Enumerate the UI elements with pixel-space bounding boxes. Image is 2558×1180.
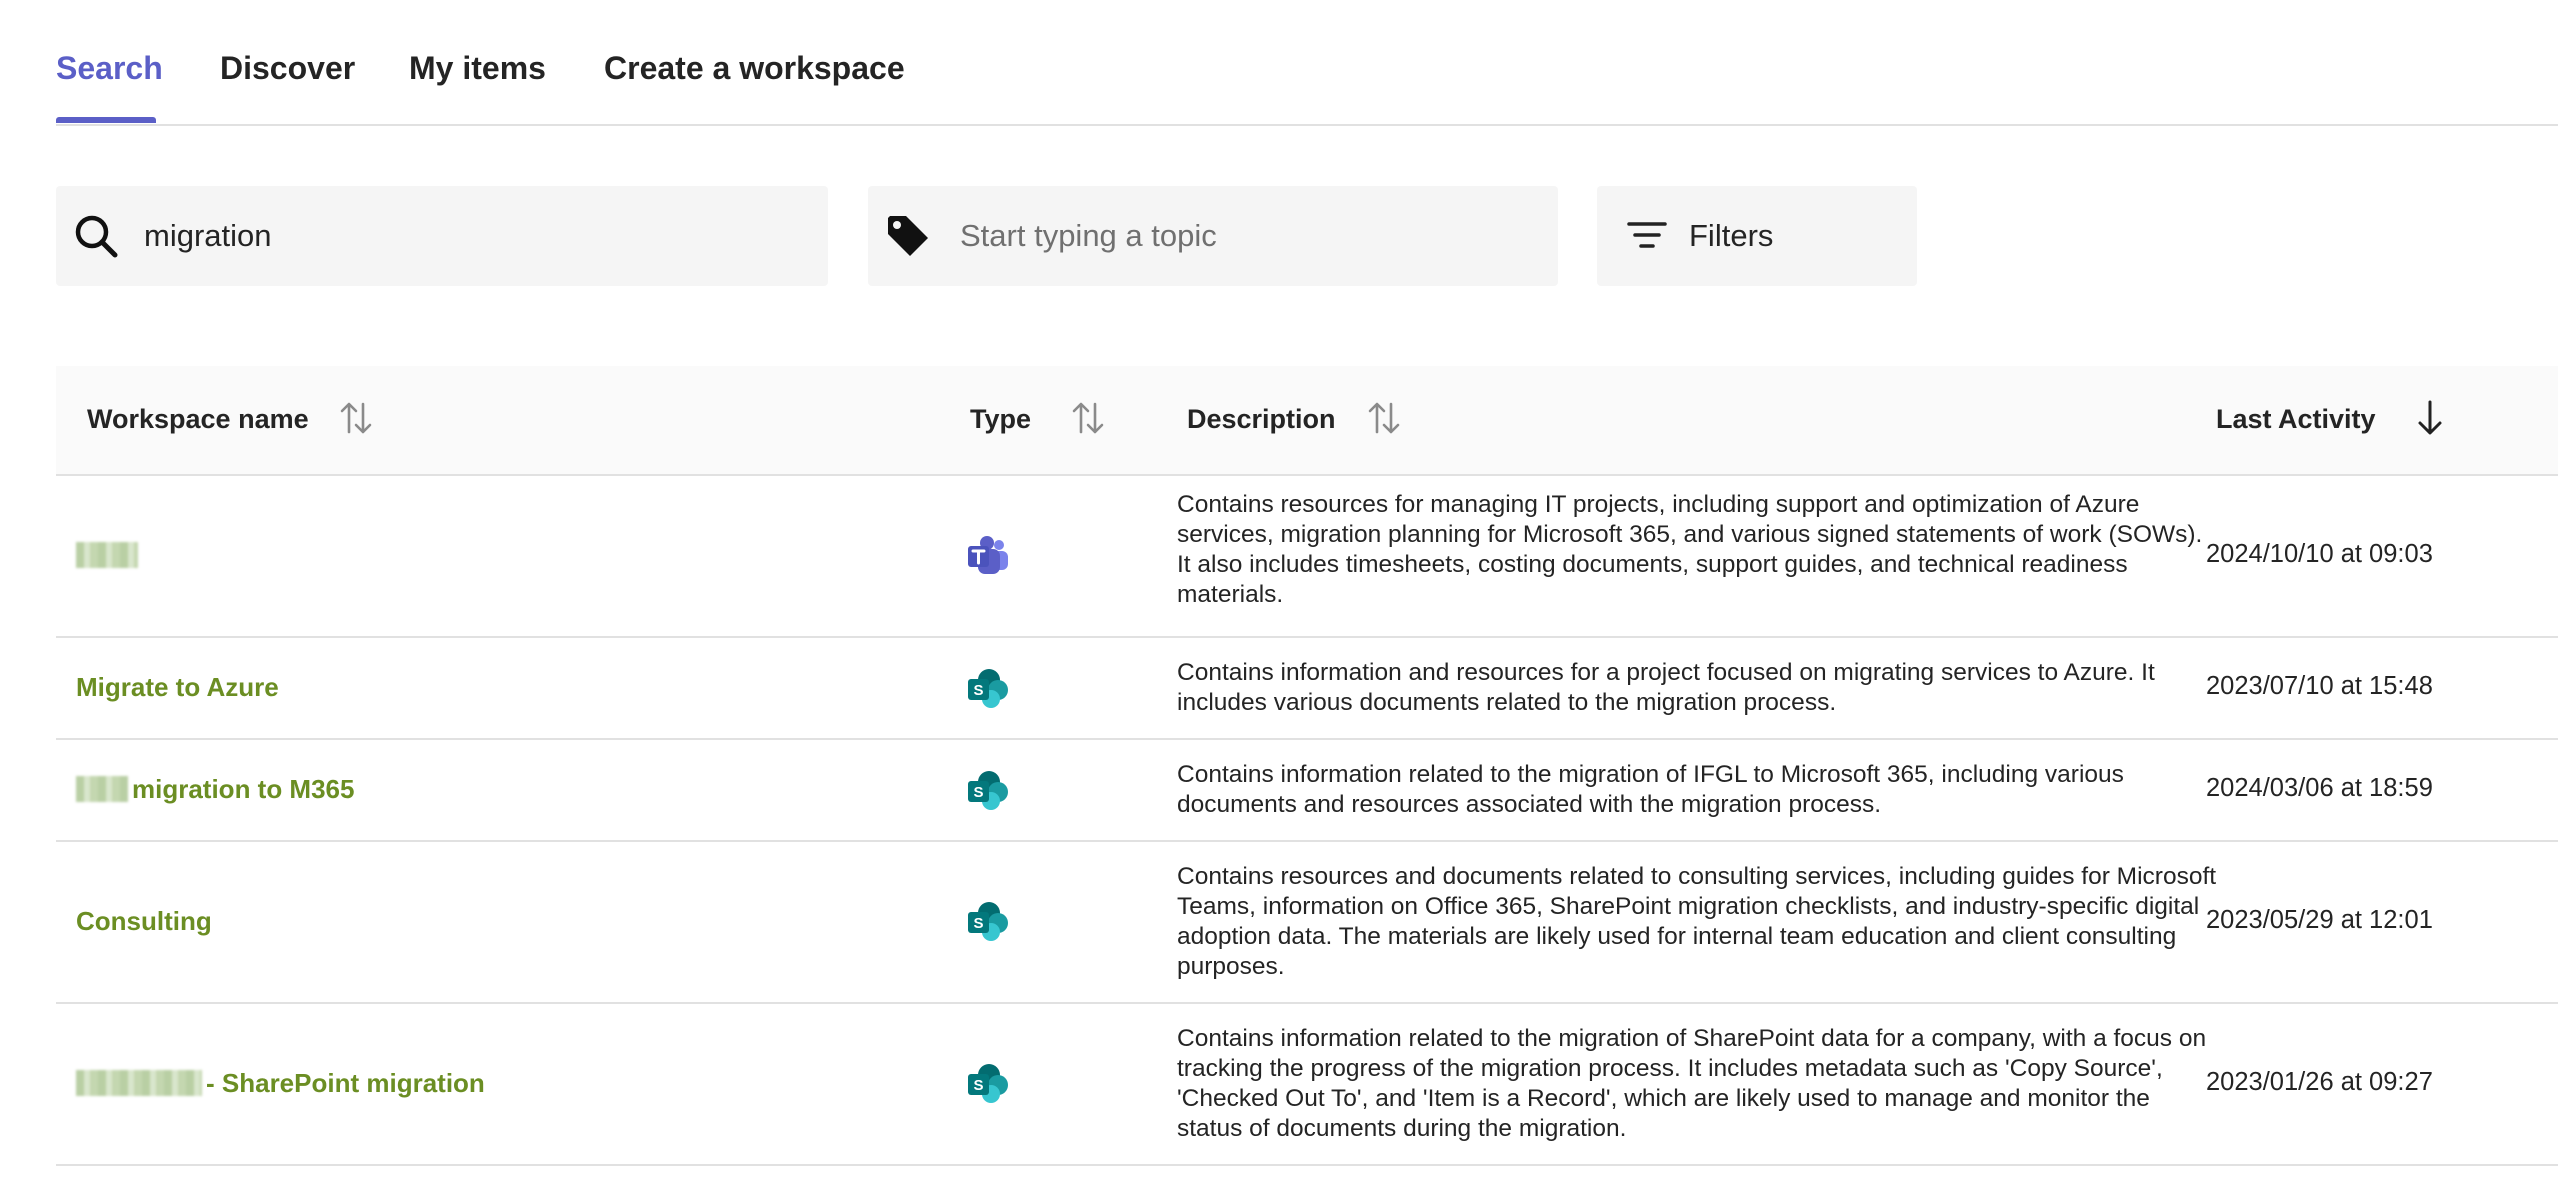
redacted-name: [76, 776, 128, 802]
sort-both-icon[interactable]: [1068, 398, 1108, 438]
tab-bar: Search Discover My items Create a worksp…: [56, 0, 2558, 126]
topic-box: [868, 186, 1558, 286]
workspace-description: Contains resources for managing IT proje…: [1177, 491, 2203, 608]
tag-icon: [884, 212, 932, 260]
tab-search[interactable]: Search: [56, 50, 163, 87]
table-row[interactable]: - SharePoint migration S Contains inform…: [56, 1004, 2558, 1166]
tab-create-workspace[interactable]: Create a workspace: [604, 50, 905, 87]
table-row[interactable]: Consulting S Contains resources and docu…: [56, 842, 2558, 1004]
svg-text:S: S: [973, 784, 983, 801]
last-activity-date: 2024/10/10 at 09:03: [2206, 540, 2433, 568]
tab-my-items[interactable]: My items: [409, 50, 546, 87]
filters-button[interactable]: Filters: [1597, 186, 1917, 286]
filters-label: Filters: [1689, 218, 1774, 253]
sort-both-icon[interactable]: [336, 398, 376, 438]
table-row[interactable]: Migrate to Azure S Contains information …: [56, 638, 2558, 740]
search-input[interactable]: [144, 186, 812, 286]
workspace-name-text: - SharePoint migration: [206, 1068, 485, 1098]
workspace-name-link[interactable]: Migrate to Azure: [76, 672, 279, 703]
column-header-workspace-name[interactable]: Workspace name: [87, 404, 309, 435]
column-header-last-activity[interactable]: Last Activity: [2216, 404, 2376, 435]
column-header-description[interactable]: Description: [1187, 404, 1336, 435]
svg-text:S: S: [973, 682, 983, 699]
redacted-name: [76, 1070, 202, 1096]
workspace-description: Contains information related to the migr…: [1177, 761, 2124, 818]
workspace-name-link[interactable]: migration to M365: [76, 774, 354, 805]
search-box: [56, 186, 828, 286]
sharepoint-icon: S: [966, 1062, 1010, 1106]
svg-text:S: S: [973, 1077, 983, 1094]
svg-text:S: S: [973, 915, 983, 932]
active-tab-indicator: [56, 117, 156, 123]
table-row[interactable]: Contains resources for managing IT proje…: [56, 476, 2558, 638]
table-row[interactable]: migration to M365 S Contains information…: [56, 740, 2558, 842]
table-header: Workspace name Type Description Last Act…: [56, 366, 2558, 476]
workspace-name-link[interactable]: Consulting: [76, 906, 212, 937]
workspace-name-link[interactable]: [76, 540, 142, 571]
sharepoint-icon: S: [966, 900, 1010, 944]
sharepoint-icon: S: [966, 769, 1010, 813]
workspace-description: Contains information related to the migr…: [1177, 1025, 2207, 1142]
sharepoint-icon: S: [966, 667, 1010, 711]
workspace-name-link[interactable]: - SharePoint migration: [76, 1068, 485, 1099]
search-icon: [72, 212, 120, 260]
sort-both-icon[interactable]: [1364, 398, 1404, 438]
workspace-description: Contains information and resources for a…: [1177, 659, 2155, 716]
topic-input[interactable]: [960, 186, 1542, 286]
last-activity-date: 2023/07/10 at 15:48: [2206, 672, 2433, 700]
workspace-name-text: migration to M365: [132, 774, 355, 804]
sort-descending-icon[interactable]: [2410, 398, 2450, 438]
last-activity-date: 2024/03/06 at 18:59: [2206, 774, 2433, 802]
last-activity-date: 2023/01/26 at 09:27: [2206, 1068, 2433, 1096]
redacted-name: [76, 542, 138, 568]
last-activity-date: 2023/05/29 at 12:01: [2206, 906, 2433, 934]
workspace-description: Contains resources and documents related…: [1177, 863, 2217, 980]
results-table: Workspace name Type Description Last Act…: [56, 366, 2558, 1166]
tab-discover[interactable]: Discover: [220, 50, 355, 87]
column-header-type[interactable]: Type: [970, 404, 1031, 435]
filter-icon: [1623, 212, 1671, 260]
teams-icon: [966, 534, 1010, 578]
